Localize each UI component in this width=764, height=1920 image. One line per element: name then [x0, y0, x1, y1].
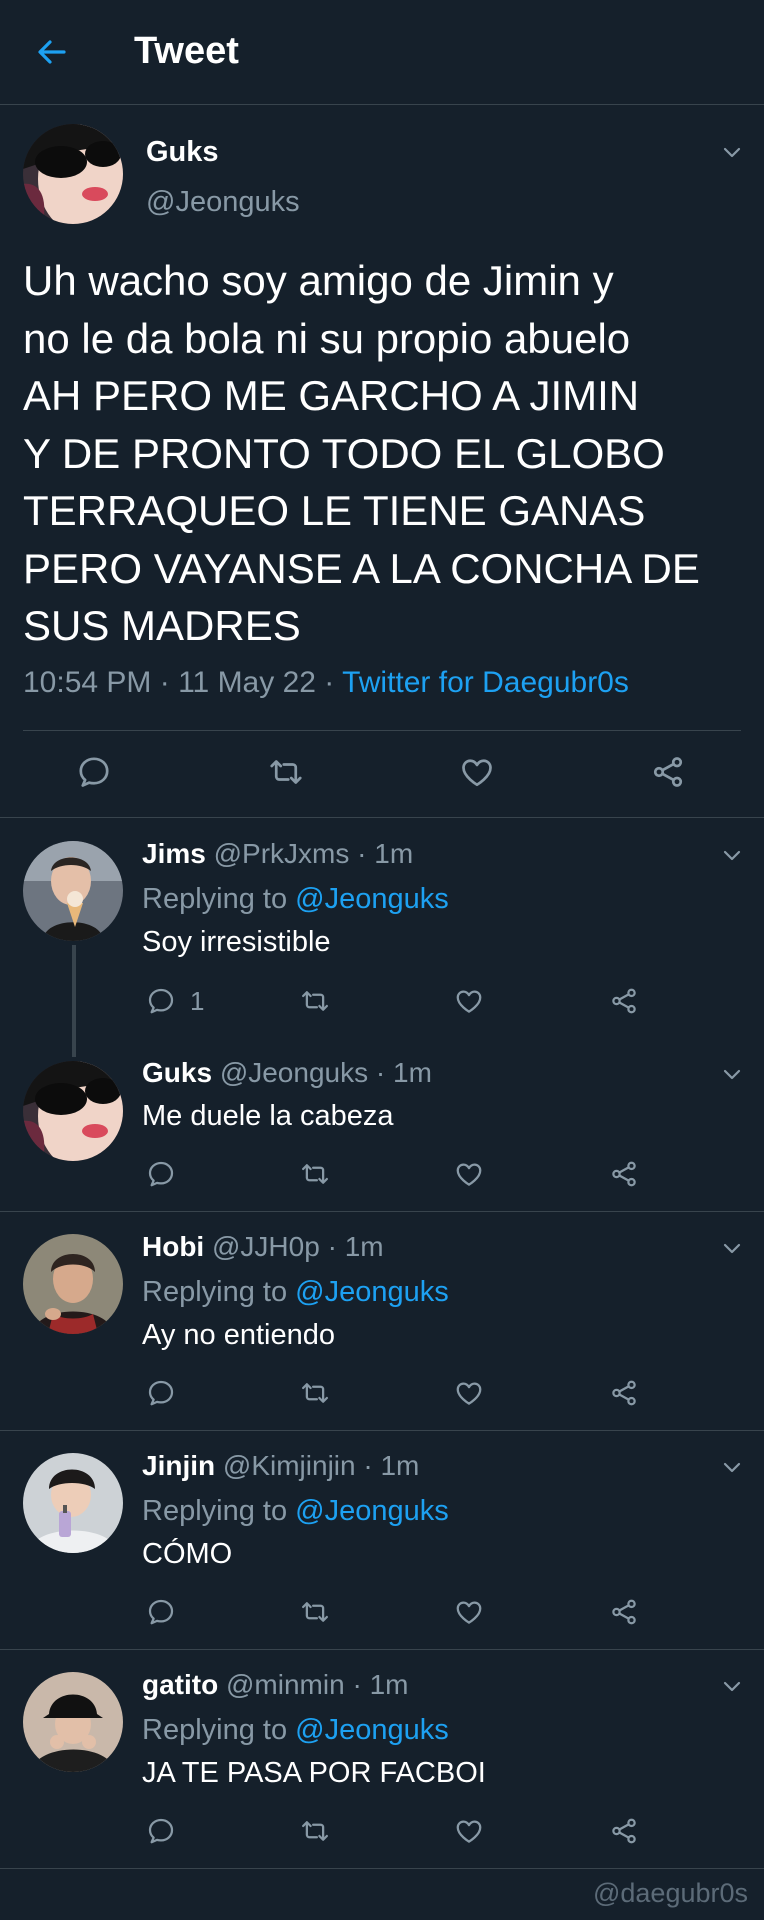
- comment-icon[interactable]: [146, 1816, 176, 1846]
- author-handle[interactable]: @Kimjinjin: [223, 1450, 356, 1481]
- reply-header: Hobi @JJH0p · 1m: [142, 1231, 384, 1262]
- mention-link[interactable]: @Jeonguks: [295, 1714, 449, 1746]
- chevron-down-icon[interactable]: [720, 1674, 744, 1698]
- reply-text: Ay no entiendo: [142, 1319, 335, 1351]
- tweet-meta: 10:54 PM · 11 May 22 · Twitter for Daegu…: [23, 666, 629, 699]
- replying-to-label: Replying to: [142, 1276, 288, 1308]
- like-icon[interactable]: [454, 1597, 484, 1627]
- author-handle[interactable]: @PrkJxms: [214, 838, 350, 869]
- replying-to-label: Replying to: [142, 1714, 288, 1746]
- reply-time: 1m: [374, 838, 414, 869]
- author-name[interactable]: Jims: [142, 838, 206, 869]
- retweet-icon[interactable]: [300, 1378, 330, 1408]
- reply-header: Jims @PrkJxms · 1m: [142, 838, 414, 869]
- divider: [0, 1649, 764, 1650]
- replying-to: Replying to @Jeonguks: [142, 883, 449, 916]
- replying-to-label: Replying to: [142, 1495, 288, 1527]
- share-icon[interactable]: [609, 1159, 639, 1189]
- like-icon[interactable]: [454, 1159, 484, 1189]
- retweet-icon[interactable]: [300, 1159, 330, 1189]
- avatar[interactable]: [23, 124, 123, 224]
- retweet-icon[interactable]: [300, 1597, 330, 1627]
- tweet-text-line: Uh wacho soy amigo de Jimin y: [23, 257, 614, 304]
- reply-time: 1m: [380, 1450, 420, 1481]
- author-name[interactable]: Guks: [142, 1057, 212, 1088]
- share-icon[interactable]: [609, 986, 639, 1016]
- like-icon[interactable]: [454, 1816, 484, 1846]
- retweet-icon[interactable]: [268, 754, 304, 790]
- retweet-icon[interactable]: [300, 986, 330, 1016]
- author-handle[interactable]: @minmin: [226, 1669, 345, 1700]
- divider: [0, 1868, 764, 1869]
- reply-text: Me duele la cabeza: [142, 1100, 394, 1132]
- reply-time: 1m: [344, 1231, 384, 1262]
- author-handle[interactable]: @Jeonguks: [220, 1057, 368, 1088]
- replying-to-label: Replying to: [142, 883, 288, 915]
- avatar[interactable]: [23, 841, 123, 941]
- chevron-down-icon[interactable]: [720, 1062, 744, 1086]
- reply-text: Soy irresistible: [142, 926, 331, 958]
- thread-connector-line: [72, 945, 76, 1057]
- mention-link[interactable]: @Jeonguks: [295, 883, 449, 915]
- comment-icon[interactable]: [146, 1159, 176, 1189]
- like-icon[interactable]: [459, 754, 495, 790]
- tweet-date: 11 May 22: [178, 666, 316, 699]
- author-handle[interactable]: @JJH0p: [212, 1231, 320, 1262]
- divider: [23, 730, 741, 731]
- comment-icon[interactable]: [146, 986, 176, 1016]
- reply-text: CÓMO: [142, 1538, 233, 1570]
- tweet-text: Uh wacho soy amigo de Jimin y no le da b…: [23, 252, 743, 655]
- tweet-time: 10:54 PM: [23, 666, 152, 699]
- reply-time: 1m: [369, 1669, 409, 1700]
- tweet-text-line: SUS MADRES: [23, 602, 301, 649]
- comment-icon[interactable]: [146, 1378, 176, 1408]
- page-title: Tweet: [134, 30, 239, 72]
- reply-header: Jinjin @Kimjinjin · 1m: [142, 1450, 420, 1481]
- author-name[interactable]: gatito: [142, 1669, 218, 1700]
- reply-time: 1m: [393, 1057, 432, 1088]
- chevron-down-icon[interactable]: [720, 140, 744, 164]
- replying-to: Replying to @Jeonguks: [142, 1276, 449, 1309]
- tweet-source-link[interactable]: Twitter for Daegubr0s: [342, 666, 629, 699]
- tweet-text-line: AH PERO ME GARCHO A JIMIN: [23, 372, 640, 419]
- comment-icon[interactable]: [76, 754, 112, 790]
- avatar[interactable]: [23, 1672, 123, 1772]
- watermark: @daegubr0s: [592, 1878, 748, 1908]
- avatar[interactable]: [23, 1234, 123, 1334]
- chevron-down-icon[interactable]: [720, 1236, 744, 1260]
- reply-header: Guks @Jeonguks · 1m: [142, 1057, 432, 1088]
- mention-link[interactable]: @Jeonguks: [295, 1495, 449, 1527]
- comment-icon[interactable]: [146, 1597, 176, 1627]
- replying-to: Replying to @Jeonguks: [142, 1714, 449, 1747]
- chevron-down-icon[interactable]: [720, 843, 744, 867]
- divider: [0, 817, 764, 818]
- replying-to: Replying to @Jeonguks: [142, 1495, 449, 1528]
- like-icon[interactable]: [454, 986, 484, 1016]
- like-icon[interactable]: [454, 1378, 484, 1408]
- share-icon[interactable]: [609, 1597, 639, 1627]
- mention-link[interactable]: @Jeonguks: [295, 1276, 449, 1308]
- back-arrow-icon[interactable]: [34, 34, 70, 70]
- author-handle[interactable]: @Jeonguks: [146, 186, 300, 219]
- author-name[interactable]: Hobi: [142, 1231, 204, 1262]
- author-name[interactable]: Jinjin: [142, 1450, 215, 1481]
- tweet-text-line: Y DE PRONTO TODO EL GLOBO: [23, 429, 665, 477]
- avatar[interactable]: [23, 1453, 123, 1553]
- divider: [0, 1211, 764, 1212]
- chevron-down-icon[interactable]: [720, 1455, 744, 1479]
- share-icon[interactable]: [609, 1816, 639, 1846]
- divider: [0, 1430, 764, 1431]
- tweet-text-line: TERRAQUEO LE TIENE GANAS: [23, 487, 646, 534]
- reply-text: JA TE PASA POR FACBOI: [142, 1757, 486, 1789]
- reply-header: gatito @minmin · 1m: [142, 1669, 409, 1700]
- tweet-text-line: PERO VAYANSE A LA CONCHA DE: [23, 544, 700, 592]
- share-icon[interactable]: [609, 1378, 639, 1408]
- tweet-text-line: no le da bola ni su propio abuelo: [23, 314, 631, 362]
- avatar[interactable]: [23, 1061, 123, 1161]
- top-bar: Tweet: [0, 0, 764, 105]
- retweet-icon[interactable]: [300, 1816, 330, 1846]
- share-icon[interactable]: [650, 754, 686, 790]
- author-name[interactable]: Guks: [146, 136, 219, 169]
- reply-count: 1: [190, 986, 205, 1016]
